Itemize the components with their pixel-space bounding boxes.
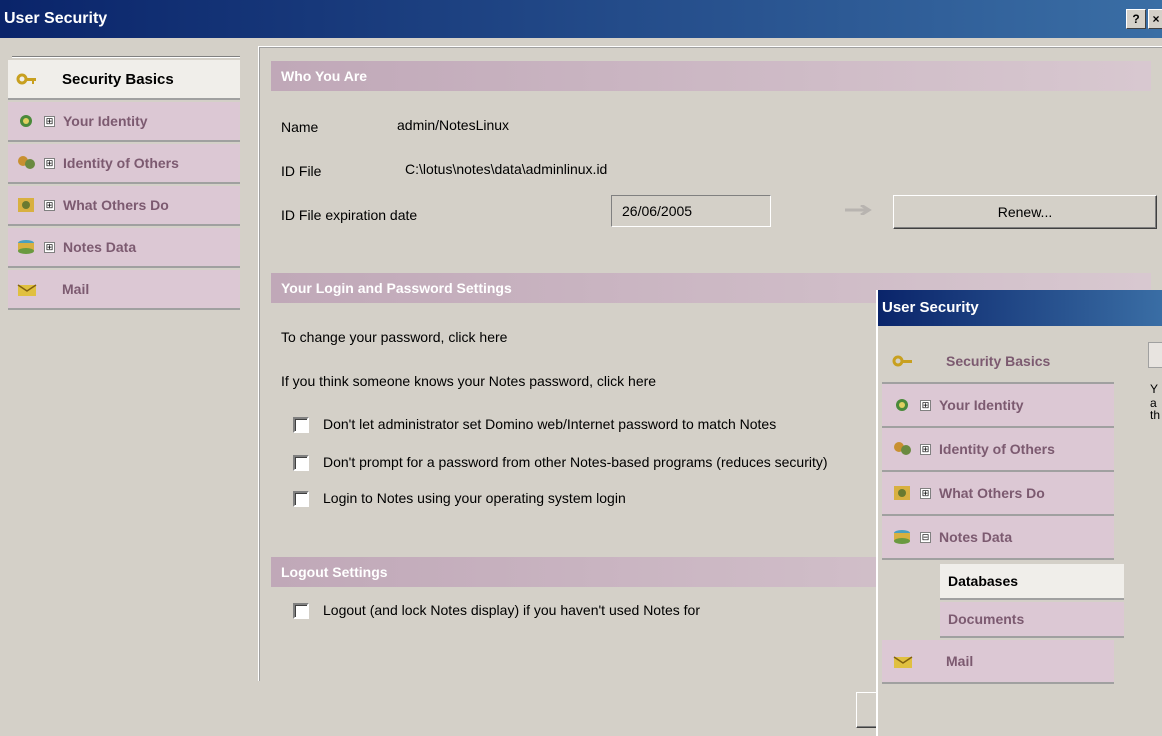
key-icon: [16, 70, 38, 88]
key-icon: [892, 352, 914, 370]
sidebar-item-security-basics[interactable]: Security Basics: [8, 60, 240, 100]
expiration-label: ID File expiration date: [281, 207, 418, 223]
idfile-label: ID File: [281, 163, 322, 179]
overlay-subitem-databases[interactable]: Databases: [940, 564, 1124, 600]
overlay-item-identity-of-others[interactable]: ⊞ Identity of Others: [882, 428, 1114, 472]
database-icon: [16, 238, 38, 256]
overlay-item-notes-data[interactable]: ⊟ Notes Data: [882, 516, 1114, 560]
user-security-window-overlay: User Security Security Basics ⊞ Your Ide…: [876, 290, 1162, 736]
sidebar-item-label: Notes Data: [63, 239, 137, 255]
sidebar-item-mail[interactable]: Mail: [8, 270, 240, 310]
checkbox-label: Login to Notes using your operating syst…: [323, 490, 626, 506]
sidebar-item-label: Mail: [62, 281, 90, 297]
expand-icon[interactable]: ⊞: [920, 487, 931, 499]
arrow-icon: [845, 205, 872, 215]
sidebar: Security Basics ⊞ Your Identity ⊞ Identi…: [0, 38, 248, 736]
overlay-item-security-basics[interactable]: Security Basics: [882, 340, 1114, 384]
sidebar-item-your-identity[interactable]: ⊞ Your Identity: [8, 102, 240, 142]
expand-icon[interactable]: ⊞: [44, 241, 55, 253]
overlay-item-what-others-do[interactable]: ⊞ What Others Do: [882, 472, 1114, 516]
people-icon: [892, 440, 914, 458]
checkbox-match-web-password[interactable]: [293, 417, 309, 433]
name-label: Name: [281, 119, 319, 135]
identity-icon: [16, 112, 38, 130]
change-password-link[interactable]: To change your password, click here: [281, 329, 507, 345]
checkbox-os-login[interactable]: [293, 491, 309, 507]
overlay-window-title: User Security: [882, 299, 979, 316]
checkbox-label: Logout (and lock Notes display) if you h…: [323, 602, 700, 618]
expand-icon[interactable]: ⊞: [44, 199, 55, 211]
sidebar-item-notes-data[interactable]: ⊞ Notes Data: [8, 228, 240, 268]
overlay-subitem-documents[interactable]: Documents: [940, 602, 1124, 638]
overlay-peek-header: [1148, 342, 1162, 368]
collapse-icon[interactable]: ⊟: [920, 531, 931, 543]
sidebar-item-identity-of-others[interactable]: ⊞ Identity of Others: [8, 144, 240, 184]
expand-icon[interactable]: ⊞: [44, 115, 55, 127]
expand-icon[interactable]: ⊞: [44, 157, 55, 169]
window-title: User Security: [4, 10, 108, 27]
mail-icon: [892, 652, 914, 670]
sidebar-item-label: Identity of Others: [63, 155, 179, 171]
sidebar-item-label: Your Identity: [63, 113, 148, 129]
idfile-value: C:\lotus\notes\data\adminlinux.id: [405, 161, 608, 177]
sidebar-item-what-others-do[interactable]: ⊞ What Others Do: [8, 186, 240, 226]
overlay-item-mail[interactable]: Mail: [882, 640, 1114, 684]
sidebar-item-label: What Others Do: [63, 197, 169, 213]
name-value: admin/NotesLinux: [397, 117, 510, 133]
overlay-sidebar: Security Basics ⊞ Your Identity ⊞ Identi…: [878, 326, 1128, 736]
gears-icon: [16, 196, 38, 214]
overlay-title-bar: User Security: [878, 290, 1162, 326]
checkbox-logout[interactable]: [293, 603, 309, 619]
people-icon: [16, 154, 38, 172]
sidebar-item-label: Security Basics: [62, 70, 174, 88]
help-button[interactable]: ?: [1126, 9, 1146, 29]
overlay-item-label: Your Identity: [939, 397, 1024, 413]
expand-icon[interactable]: ⊞: [920, 443, 931, 455]
identity-icon: [892, 396, 914, 414]
overlay-item-label: Notes Data: [939, 529, 1013, 545]
overlay-peek-text: Y: [1150, 382, 1159, 396]
overlay-item-label: Mail: [946, 653, 974, 669]
someone-knows-link[interactable]: If you think someone knows your Notes pa…: [281, 373, 656, 389]
checkbox-dont-prompt[interactable]: [293, 455, 309, 471]
overlay-peek-text: th: [1150, 408, 1161, 422]
renew-button[interactable]: Renew...: [893, 195, 1157, 229]
expand-icon[interactable]: ⊞: [920, 399, 931, 411]
gears-icon: [892, 484, 914, 502]
database-icon: [892, 528, 914, 546]
checkbox-label: Don't prompt for a password from other N…: [323, 454, 828, 470]
overlay-item-label: What Others Do: [939, 485, 1045, 501]
expiration-field: 26/06/2005: [611, 195, 771, 227]
mail-icon: [16, 280, 38, 298]
checkbox-label: Don't let administrator set Domino web/I…: [323, 416, 777, 432]
section-header-who-you-are: Who You Are: [271, 61, 1151, 91]
overlay-item-label: Security Basics: [946, 353, 1051, 369]
title-bar: User Security ? ×: [0, 0, 1162, 38]
overlay-item-your-identity[interactable]: ⊞ Your Identity: [882, 384, 1114, 428]
overlay-item-label: Identity of Others: [939, 441, 1055, 457]
close-button[interactable]: ×: [1148, 9, 1162, 29]
